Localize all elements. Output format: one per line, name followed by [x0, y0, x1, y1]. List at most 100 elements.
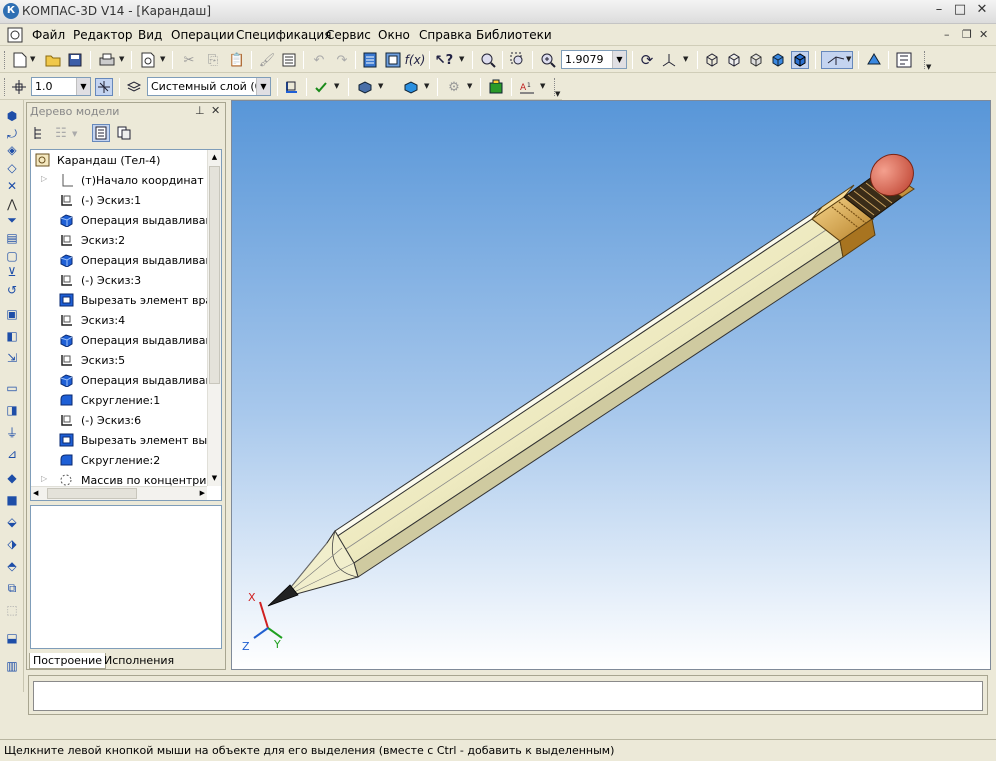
part-edit-icon[interactable]: ⬢ [3, 108, 21, 124]
save-icon[interactable] [66, 51, 84, 69]
preview-icon[interactable] [139, 51, 157, 69]
orientation-dropdown-icon[interactable]: ▼ [683, 55, 688, 63]
model-viewport[interactable]: X Y Z [231, 100, 991, 670]
preview-dropdown-icon[interactable]: ▼ [160, 55, 165, 63]
tree-view-icon[interactable] [92, 124, 110, 142]
tree-root-item[interactable]: Карандаш (Тел-4) [31, 150, 211, 170]
menu-libraries[interactable]: Библиотеки [476, 28, 552, 42]
scroll-thumb[interactable] [209, 166, 220, 384]
tree-item[interactable]: Скругление:1 [31, 390, 211, 410]
cut-kinematic-tool-icon[interactable]: ⊿ [3, 446, 21, 462]
cut-icon[interactable]: ✂ [180, 51, 198, 69]
tree-item[interactable]: Вырезать элемент вы [31, 430, 211, 450]
tree-item[interactable]: Эскиз:2 [31, 230, 211, 250]
assembly-dropdown-icon[interactable]: ▼ [467, 82, 472, 90]
cut-extrude-tool-icon[interactable]: ◨ [3, 402, 21, 418]
create-object-icon[interactable] [312, 78, 330, 96]
layers-icon[interactable] [125, 78, 143, 96]
text-dropdown-icon[interactable]: ▼ [540, 82, 545, 90]
text-style-icon[interactable]: A1 [518, 78, 536, 96]
tree-filter-icon[interactable]: ☷ [52, 124, 70, 142]
scroll-right-icon[interactable]: ▶ [200, 489, 205, 497]
zoom-window-icon[interactable] [479, 51, 497, 69]
close-button[interactable]: ✕ [973, 3, 991, 19]
split-tool-icon[interactable]: ⬚ [3, 602, 21, 618]
shell-tool-icon[interactable]: ⬙ [3, 514, 21, 530]
function-icon[interactable]: f(x) [405, 51, 426, 69]
thin-hidden-lines-icon[interactable] [747, 51, 765, 69]
halftone-icon[interactable] [769, 51, 787, 69]
layer-combobox[interactable]: Системный слой (0) ▼ [147, 77, 271, 96]
tree-item[interactable]: Эскиз:4 [31, 310, 211, 330]
sheet-metal-icon[interactable]: ▢ [3, 248, 21, 264]
measure-icon[interactable] [895, 51, 913, 69]
format-painter-icon[interactable]: 🖌 [258, 51, 276, 69]
filter-icon[interactable]: ⏷ [3, 212, 21, 228]
library-tool-icon[interactable]: ▥ [3, 658, 21, 674]
surfaces-icon[interactable]: ◇ [3, 160, 21, 176]
spec-icon[interactable]: ↺ [3, 282, 21, 298]
tree-item[interactable]: Вырезать элемент вращения:1 [31, 290, 211, 310]
aux-geometry-icon[interactable]: ⋀ [3, 196, 21, 212]
tree-horizontal-scrollbar[interactable]: ◀ ▶ [31, 486, 207, 500]
menu-view[interactable]: Вид [138, 28, 162, 42]
tree-item[interactable]: Эскиз:5 [31, 350, 211, 370]
scroll-down-icon[interactable]: ▼ [208, 471, 221, 485]
chevron-down-icon[interactable]: ▼ [256, 78, 270, 95]
minimize-button[interactable]: – [930, 3, 948, 19]
step-combobox[interactable]: 1.0 ▼ [31, 77, 91, 96]
step-cursor-icon[interactable] [10, 78, 28, 96]
new-dropdown-icon[interactable]: ▼ [30, 55, 35, 63]
fillet-tool-icon[interactable]: ◆ [3, 470, 21, 486]
diagnostics-icon[interactable]: ⊻ [3, 264, 21, 280]
menu-file[interactable]: Файл [32, 28, 65, 42]
tree-item[interactable]: Операция выдавливания:1 [31, 210, 211, 230]
loft-tool-icon[interactable]: ▭ [3, 380, 21, 396]
help-dropdown-icon[interactable]: ▼ [459, 55, 464, 63]
hidden-lines-icon[interactable] [725, 51, 743, 69]
menu-operations[interactable]: Операции [171, 28, 234, 42]
scroll-up-icon[interactable]: ▲ [208, 150, 221, 164]
mirror-tool-icon[interactable]: ⧉ [3, 580, 21, 596]
kinematic-tool-icon[interactable]: ⇲ [3, 350, 21, 366]
tree-item[interactable]: Операция выдавливания:4 [31, 370, 211, 390]
toolbar-options-icon[interactable]: ▼ [555, 90, 560, 98]
tree-item[interactable]: Скругление:2 [31, 450, 211, 470]
tab-configurations[interactable]: Исполнения [101, 653, 177, 668]
manager-icon[interactable] [361, 51, 379, 69]
scroll-left-icon[interactable]: ◀ [33, 489, 38, 497]
chamfer-tool-icon[interactable]: ■ [3, 492, 21, 508]
menu-window[interactable]: Окно [378, 28, 410, 42]
hole-tool-icon[interactable]: ⬘ [3, 558, 21, 574]
wireframe-icon[interactable] [703, 51, 721, 69]
pin-icon[interactable]: ⊥ [195, 104, 205, 117]
tree-item[interactable]: Операция выдавливания:3 [31, 330, 211, 350]
material-icon[interactable] [356, 78, 374, 96]
properties-field[interactable] [33, 681, 983, 711]
section-icon[interactable] [865, 51, 883, 69]
tree-item[interactable]: (-) Эскиз:6 [31, 410, 211, 430]
chevron-down-icon[interactable]: ▼ [612, 51, 626, 68]
maximize-button[interactable]: □ [951, 3, 969, 19]
grid-snap-icon[interactable] [95, 78, 113, 96]
halftone-edges-icon[interactable] [791, 51, 809, 69]
expand-icon[interactable]: ▷ [41, 474, 47, 483]
redo-icon[interactable]: ↷ [333, 51, 351, 69]
mdi-restore-button[interactable]: ❐ [962, 28, 972, 41]
tree-vertical-scrollbar[interactable]: ▲ ▼ [207, 150, 221, 486]
perspective-dropdown-icon[interactable]: ▼ [846, 55, 851, 63]
edit-part-icon[interactable]: ⤾ [3, 126, 21, 142]
expand-icon[interactable]: ▷ [41, 174, 47, 183]
assembly-icon[interactable]: ⚙ [445, 78, 463, 96]
rib-tool-icon[interactable]: ⬗ [3, 536, 21, 552]
sketch-mode-icon[interactable] [283, 78, 301, 96]
document-menu-icon[interactable] [6, 26, 24, 44]
arrays-icon[interactable]: ✕ [3, 178, 21, 194]
hscroll-thumb[interactable] [47, 488, 137, 499]
cut-revolve-tool-icon[interactable]: ⏚ [3, 424, 21, 440]
tree-filter-dropdown-icon[interactable]: ▼ [72, 130, 77, 138]
zoom-scale-icon[interactable] [539, 51, 557, 69]
print-dropdown-icon[interactable]: ▼ [119, 55, 124, 63]
tree-item[interactable]: (-) Эскиз:3 [31, 270, 211, 290]
color-dropdown-icon[interactable]: ▼ [424, 82, 429, 90]
